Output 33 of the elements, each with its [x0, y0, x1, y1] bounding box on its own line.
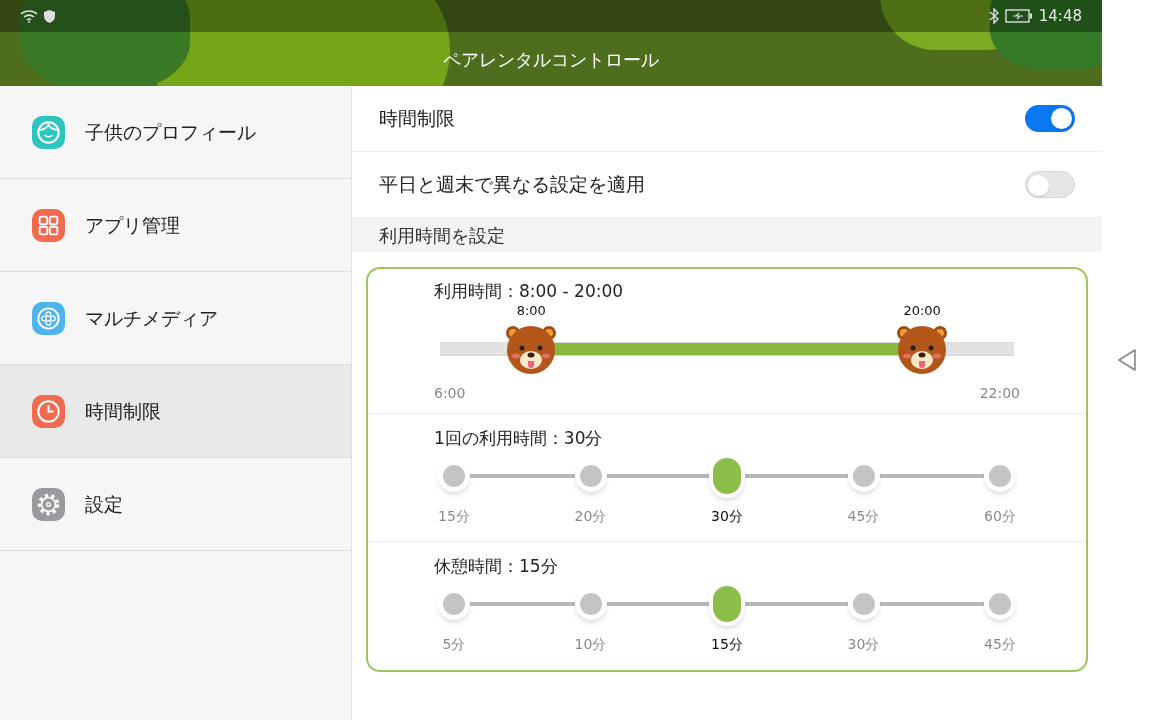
bluetooth-icon	[988, 8, 999, 24]
slider-title: 利用時間：8:00 - 20:00	[434, 281, 624, 301]
setting-label: 平日と週末で異なる設定を適用	[379, 172, 646, 198]
range-min-label: 6:00	[434, 384, 466, 403]
step-label: 30分	[711, 507, 743, 526]
step-label: 30分	[847, 635, 880, 654]
step-label: 15分	[711, 635, 743, 654]
slider-title: 休憩時間：15分	[434, 556, 558, 576]
screen-title: ペアレンタルコントロール	[443, 47, 659, 72]
section-header: 利用時間を設定	[379, 223, 505, 248]
slider-title: 1回の利用時間：30分	[434, 428, 603, 448]
shield-icon	[44, 9, 55, 23]
step-label: 60分	[984, 507, 1016, 526]
step-label: 15分	[438, 507, 470, 526]
handle-value: 8:00	[516, 303, 546, 319]
setting-label: 時間制限	[379, 106, 456, 132]
toggle-switch[interactable]	[1025, 171, 1075, 198]
sidebar-item[interactable]: 子供のプロフィール	[0, 86, 351, 179]
wifi-icon	[20, 9, 38, 23]
step-label: 5分	[442, 635, 466, 654]
range-max-label: 22:00	[979, 384, 1020, 403]
battery-icon	[1004, 9, 1033, 23]
back-icon[interactable]	[1117, 349, 1137, 371]
toggle-switch[interactable]	[1025, 105, 1075, 132]
sidebar-item[interactable]: 時間制限	[0, 365, 351, 458]
step-label: 45分	[984, 635, 1016, 654]
sidebar-item[interactable]: アプリ管理	[0, 179, 351, 272]
handle-value: 20:00	[903, 303, 941, 319]
step-label: 10分	[574, 635, 607, 654]
step-label: 45分	[847, 507, 880, 526]
sidebar-item[interactable]: 設定	[0, 458, 351, 551]
step-label: 20分	[574, 507, 607, 526]
clock-time: 14:48	[1038, 5, 1082, 27]
